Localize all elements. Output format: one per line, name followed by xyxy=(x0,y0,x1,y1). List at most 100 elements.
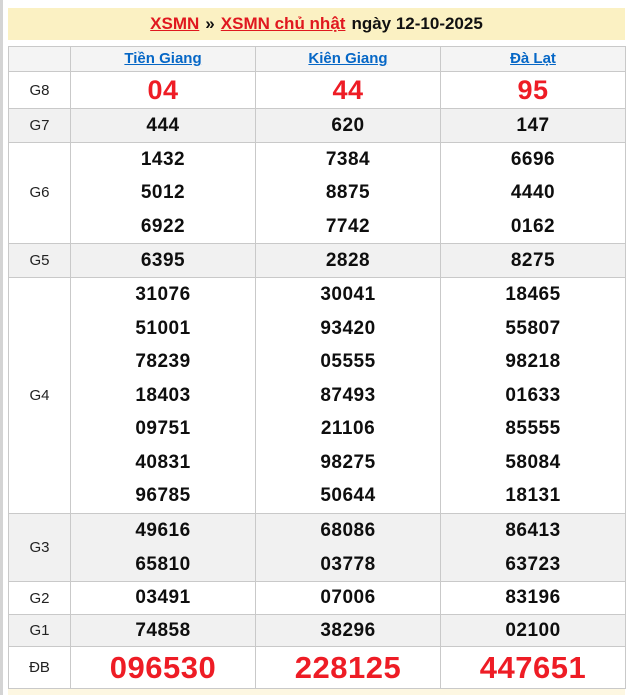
results-body: G8 04 44 95 G7 444 620 147 G6 1432 5012 6922 7384 887… xyxy=(8,71,626,690)
prize-number: 18131 xyxy=(505,485,561,507)
prize-number: 6395 xyxy=(140,249,186,271)
prize-number: 0162 xyxy=(510,215,556,237)
xsmn-link[interactable]: XSMN xyxy=(150,14,199,34)
prize-number: 447651 xyxy=(479,650,587,686)
prize-number: 78239 xyxy=(135,351,191,373)
prize-row: G2 03491 07006 83196 xyxy=(8,581,626,616)
prize-number: 8275 xyxy=(510,249,556,271)
prize-number: 6922 xyxy=(140,215,186,237)
prize-number: 096530 xyxy=(109,650,217,686)
prize-label: G3 xyxy=(8,513,71,583)
prize-number: 93420 xyxy=(320,317,376,339)
prize-number: 4440 xyxy=(510,182,556,204)
prize-number: 96785 xyxy=(135,485,191,507)
prize-cell: 44 xyxy=(255,71,441,109)
prize-cell: 1432 5012 6922 xyxy=(70,142,256,244)
prize-number: 38296 xyxy=(320,620,376,642)
prize-cell: 620 xyxy=(255,108,441,143)
prize-row: G1 74858 38296 02100 xyxy=(8,614,626,648)
prize-number: 03491 xyxy=(135,587,191,609)
prize-cell: 7384 8875 7742 xyxy=(255,142,441,244)
prize-cell: 07006 xyxy=(255,581,441,616)
prize-number: 86413 xyxy=(505,520,561,542)
prize-label: G1 xyxy=(8,614,71,648)
prize-cell: 74858 xyxy=(70,614,256,648)
prize-number: 01633 xyxy=(505,384,561,406)
prize-row: G3 49616 65810 68086 03778 86413 63723 xyxy=(8,513,626,583)
prize-number: 63723 xyxy=(505,553,561,575)
prize-number: 620 xyxy=(331,115,365,136)
prize-number: 51001 xyxy=(135,317,191,339)
prize-number: 58084 xyxy=(505,451,561,473)
prize-number: 02100 xyxy=(505,620,561,642)
prize-number: 147 xyxy=(516,115,550,136)
prize-cell: 147 xyxy=(440,108,626,143)
prize-row: G7 444 620 147 xyxy=(8,108,626,143)
prize-label: G7 xyxy=(8,108,71,143)
title-separator: » xyxy=(205,14,215,33)
prize-row: G4 31076 51001 78239 18403 09751 40831 96785 300… xyxy=(8,276,626,515)
corner-cell xyxy=(8,46,71,72)
prize-number: 55807 xyxy=(505,317,561,339)
prize-number: 8875 xyxy=(325,182,371,204)
prize-number: 85555 xyxy=(505,418,561,440)
prize-cell: 95 xyxy=(440,71,626,109)
prize-cell: 03491 xyxy=(70,581,256,616)
prize-number: 04 xyxy=(147,75,179,105)
prize-cell: 18465 55807 98218 01633 85555 58084 18131 xyxy=(440,276,626,515)
column-header-link[interactable]: Kiên Giang xyxy=(308,50,387,67)
prize-label: G8 xyxy=(8,71,71,109)
prize-number: 49616 xyxy=(135,520,191,542)
prize-number: 7742 xyxy=(325,215,371,237)
prize-number: 44 xyxy=(332,75,364,105)
prize-number: 50644 xyxy=(320,485,376,507)
column-header-link[interactable]: Tiền Giang xyxy=(124,50,201,67)
column-header-link[interactable]: Đà Lạt xyxy=(510,50,556,67)
prize-cell: 228125 xyxy=(255,646,441,690)
column-header: Tiền Giang xyxy=(70,46,256,72)
prize-number: 07006 xyxy=(320,587,376,609)
prize-cell: 86413 63723 xyxy=(440,513,626,583)
prize-cell: 447651 xyxy=(440,646,626,690)
prize-number: 03778 xyxy=(320,553,376,575)
prize-cell: 49616 65810 xyxy=(70,513,256,583)
prize-number: 65810 xyxy=(135,553,191,575)
prize-number: 83196 xyxy=(505,587,561,609)
prize-number: 74858 xyxy=(135,620,191,642)
prize-cell: 68086 03778 xyxy=(255,513,441,583)
prize-number: 98218 xyxy=(505,351,561,373)
prize-label: ĐB xyxy=(8,646,71,690)
next-section-strip xyxy=(8,689,625,695)
prize-cell: 2828 xyxy=(255,242,441,278)
prize-row: G6 1432 5012 6922 7384 8875 7742 6696 4440 0162 xyxy=(8,142,626,244)
title-date: ngày 12-10-2025 xyxy=(351,14,483,33)
column-header-row: Tiền Giang Kiên Giang Đà Lạt xyxy=(8,46,626,72)
prize-number: 7384 xyxy=(325,149,371,170)
prize-label: G4 xyxy=(8,276,71,515)
left-edge-strip xyxy=(0,0,3,695)
prize-number: 95 xyxy=(517,75,549,105)
prize-number: 68086 xyxy=(320,520,376,542)
prize-label: G5 xyxy=(8,242,71,278)
results-table: Tiền Giang Kiên Giang Đà Lạt G8 04 44 95 G7 444… xyxy=(8,46,626,690)
prize-cell: 096530 xyxy=(70,646,256,690)
xsmn-chu-nhat-link[interactable]: XSMN chủ nhật xyxy=(221,14,346,34)
column-header: Kiên Giang xyxy=(255,46,441,72)
prize-cell: 8275 xyxy=(440,242,626,278)
prize-cell: 6395 xyxy=(70,242,256,278)
prize-cell: 444 xyxy=(70,108,256,143)
prize-cell: 04 xyxy=(70,71,256,109)
prize-cell: 31076 51001 78239 18403 09751 40831 96785 xyxy=(70,276,256,515)
prize-row: G8 04 44 95 xyxy=(8,71,626,109)
lottery-results-panel: XSMN » XSMN chủ nhật ngày 12-10-2025 Tiề… xyxy=(8,8,626,695)
prize-number: 30041 xyxy=(320,283,376,305)
prize-row: ĐB 096530 228125 447651 xyxy=(8,646,626,690)
prize-number: 444 xyxy=(146,115,180,136)
page-title: XSMN » XSMN chủ nhật ngày 12-10-2025 xyxy=(8,8,625,40)
column-header: Đà Lạt xyxy=(440,46,626,72)
prize-number: 228125 xyxy=(294,650,402,686)
prize-number: 18403 xyxy=(135,384,191,406)
prize-number: 09751 xyxy=(135,418,191,440)
prize-number: 6696 xyxy=(510,149,556,170)
prize-cell: 83196 xyxy=(440,581,626,616)
